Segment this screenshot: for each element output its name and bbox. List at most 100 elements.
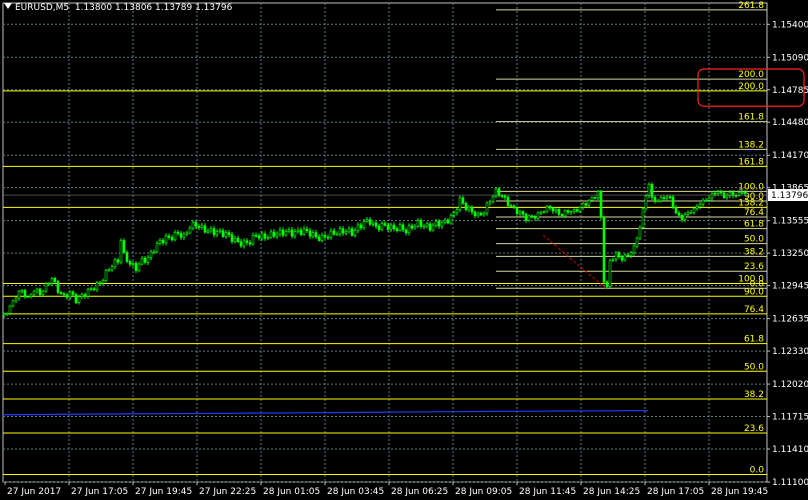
candle [566, 209, 570, 215]
candle [242, 238, 246, 249]
candle [71, 290, 75, 297]
fib-label: 200.0 [738, 70, 764, 80]
candle-body [14, 297, 18, 302]
x-tick-label: 28 Jun 01:05 [263, 487, 320, 497]
y-tick-label: 1.12330 [772, 347, 808, 357]
candle [125, 250, 129, 264]
candle-body [65, 294, 69, 298]
candle-body [386, 224, 390, 230]
candle-body [26, 296, 30, 299]
candle-body [584, 203, 588, 206]
candle [719, 189, 723, 195]
y-tick-label: 1.15400 [772, 20, 808, 30]
candle [638, 225, 642, 240]
candle [230, 231, 234, 245]
candle-body [104, 270, 108, 281]
candle-body [182, 233, 186, 238]
candle-body [233, 237, 237, 242]
candle [689, 210, 693, 214]
candle-body [107, 269, 111, 272]
candle-body [617, 252, 621, 257]
candle-body [101, 280, 105, 284]
candle-body [656, 200, 660, 203]
y-tick-label: 1.12945 [772, 282, 808, 292]
y-tick-label: 1.14785 [772, 86, 808, 96]
candle [332, 228, 336, 236]
candle [167, 233, 171, 240]
candle-body [89, 288, 93, 291]
candle [338, 226, 342, 237]
candle [158, 237, 162, 246]
dropdown-triangle-icon[interactable] [4, 3, 12, 9]
candle-body [449, 215, 453, 224]
candle-body [197, 225, 201, 228]
candle-body [332, 230, 336, 235]
candle [413, 223, 417, 230]
candle [410, 223, 414, 231]
candle [20, 288, 24, 294]
candle-body [269, 231, 273, 238]
candle-body [128, 261, 132, 265]
candle-body [170, 237, 174, 241]
candle-body [266, 237, 270, 239]
candle-body [605, 281, 609, 288]
candle-body [353, 230, 357, 236]
candle-body [62, 293, 66, 295]
candle [425, 221, 429, 229]
candle [614, 250, 618, 262]
y-tick-label: 1.11100 [772, 478, 808, 488]
candle-body [113, 259, 117, 267]
candle [611, 257, 615, 263]
axes: 1.154001.150901.147851.144801.141701.138… [3, 20, 808, 497]
candle-body [488, 201, 492, 204]
candle-body [344, 231, 348, 234]
candle-body [284, 231, 288, 236]
candle [263, 231, 267, 241]
candle-body [80, 294, 84, 297]
candle-body [602, 216, 606, 283]
candle [605, 280, 609, 289]
candle-body [734, 195, 738, 197]
candle [296, 227, 300, 234]
price-chart[interactable]: 261.8 200.0 200.0 161.8 138.2 161.8 100.0 90.0 7… [0, 0, 808, 500]
candle-body [74, 294, 78, 303]
candle-body [371, 222, 375, 225]
candle [668, 194, 672, 200]
candle [575, 208, 579, 213]
candle [431, 223, 435, 232]
candle-body [290, 229, 294, 237]
candle [74, 292, 78, 304]
candle [188, 225, 192, 235]
candle [635, 236, 639, 249]
candle [467, 205, 471, 213]
candle-body [155, 243, 159, 253]
candle-body [590, 197, 594, 201]
candle-body [278, 229, 282, 235]
fib-label: 138.2 [738, 198, 764, 208]
candle [626, 253, 630, 258]
candle [218, 228, 222, 234]
fib-label: 138.2 [738, 140, 764, 150]
candle [398, 222, 402, 232]
candle-body [512, 205, 516, 209]
candle-body [392, 224, 396, 230]
candle-body [350, 228, 354, 236]
candle-body [260, 233, 264, 239]
candle [632, 244, 636, 256]
candle-body [200, 225, 204, 228]
candle-body [236, 237, 240, 243]
candle [176, 229, 180, 236]
candle [5, 312, 9, 317]
candle [164, 233, 168, 246]
candle-body [296, 229, 300, 232]
candle-body [212, 228, 216, 236]
candle-body [17, 290, 21, 299]
candle-body [248, 242, 252, 245]
candle [161, 237, 165, 246]
x-tick-label: 28 Jun 03:45 [327, 487, 384, 497]
candle-body [725, 195, 729, 198]
candle-body [395, 228, 399, 231]
candle-body [221, 230, 225, 237]
candle [59, 290, 63, 295]
candle-body [608, 259, 612, 288]
